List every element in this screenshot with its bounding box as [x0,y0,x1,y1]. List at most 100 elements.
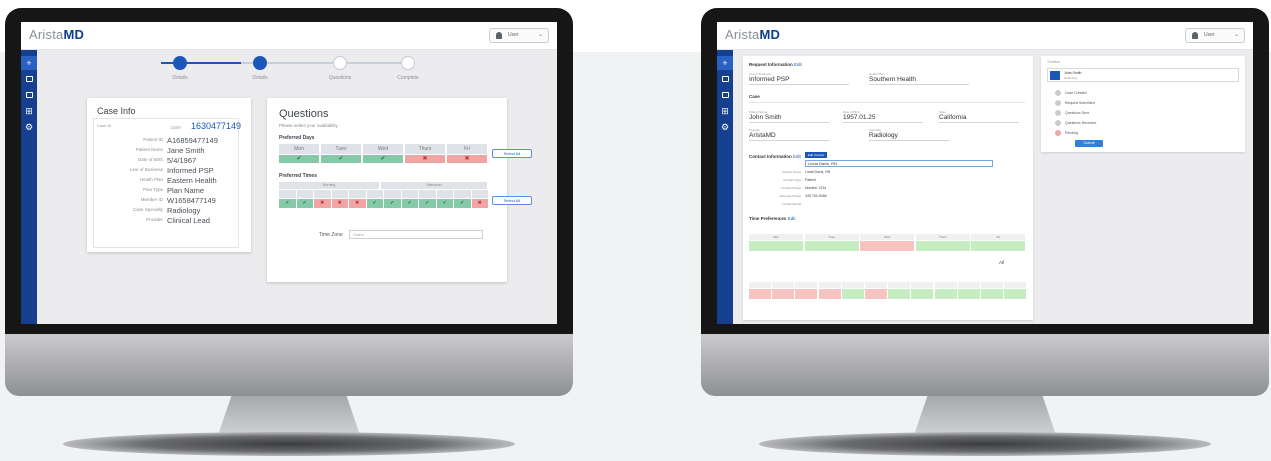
progress-stepper: Details Details Questions Complete [151,54,419,84]
pref-day-cell[interactable] [915,241,970,251]
pref-time-cell[interactable] [981,289,1003,299]
pref-day-header: Tues [804,234,859,240]
pref-time-header [1004,282,1027,288]
current-case-row[interactable]: John Smith Radiology [1047,68,1239,82]
all-label: All [999,260,1005,265]
pref-day-cell[interactable] [804,241,859,251]
time-zone-select[interactable]: Select [349,230,483,239]
time-slot-cell[interactable]: ✔ [419,199,436,208]
monitor-base [63,432,515,456]
time-slot-cell[interactable]: ✔ [436,199,453,208]
time-slot-cell[interactable]: ✔ [279,199,296,208]
contact-field-label: Contact Type [783,178,801,182]
time-slot-header [366,190,383,198]
sidebar-item-reports[interactable]: ⊞ [21,104,37,118]
step-4-dot[interactable] [401,56,415,70]
current-case-name: John Smith [1064,71,1082,75]
day-cell-mon[interactable]: ✔ [279,155,319,163]
select-all-times-button[interactable]: Select All [492,196,532,205]
lob-value: Informed PSP [749,76,849,85]
sidebar-item-new[interactable]: + [21,56,37,70]
day-cell-thurs[interactable]: ✖ [405,155,445,163]
time-slot-cell[interactable]: ✔ [296,199,313,208]
case-info-row: Provider Clinical Lead [87,216,243,225]
time-slot-cell[interactable]: ✔ [454,199,471,208]
user-menu-button[interactable]: User ⌄ [489,28,549,43]
time-slot-cell[interactable]: ✖ [331,199,348,208]
chart-icon: ⊞ [25,106,33,116]
time-slot-cell[interactable]: ✔ [384,199,401,208]
pref-time-cell[interactable] [957,289,980,299]
pref-day-cell[interactable] [860,241,915,251]
time-slot-header [296,190,313,198]
case-info-value: W1658477149 [167,196,216,205]
pref-day-header: Wed [860,234,915,240]
day-header: Thurs [405,144,445,154]
time-slot-cell[interactable]: ✖ [471,199,488,208]
case-info-row: Date of Birth 5/4/1967 [87,156,243,165]
day-cell-fri[interactable]: ✖ [447,155,487,163]
pref-time-header [957,282,980,288]
time-slot-cell[interactable]: ✖ [349,199,366,208]
questions-subtitle: Please select your availability [279,123,338,128]
pref-time-cell[interactable] [911,289,934,299]
edit-link[interactable]: Edit [793,154,801,159]
pref-day-cell[interactable] [971,241,1026,251]
pref-time-cell[interactable] [818,289,841,299]
sidebar-item-new[interactable]: + [717,56,733,70]
sidebar-item-cases[interactable] [21,88,37,102]
edit-link[interactable]: Edit [794,62,802,67]
timeline-item-label: Pending [1065,131,1078,135]
time-slot-header [279,190,296,198]
contact-field-value: Patient [805,178,816,182]
pref-time-cell[interactable] [888,289,911,299]
time-zone-placeholder: Select [353,232,365,237]
contact-name-input[interactable]: Linda Davis, RN [805,160,993,167]
step-1-dot[interactable] [173,56,187,70]
monitor-base [759,432,1211,456]
day-cell-tues[interactable]: ✔ [321,155,361,163]
chevron-down-icon: ⌄ [1233,32,1239,38]
app-logo[interactable]: AristaMD [29,27,84,42]
contact-field-label: Contact Email [782,202,801,206]
step-2-dot[interactable] [253,56,267,70]
edit-contact-tag[interactable]: Edit Contact [805,152,827,158]
submit-button[interactable]: Submit [1075,140,1103,147]
edit-link[interactable]: Edit [788,216,796,221]
left-monitor: AristaMD User ⌄ + ⊞ ⚙ Details Details Qu… [5,8,573,459]
folder-icon [722,92,729,98]
pref-time-cell[interactable] [865,289,887,299]
pref-time-cell[interactable] [841,289,864,299]
case-info-row: Patient ID A16859477149 [87,136,243,145]
gear-icon: ⚙ [720,122,730,132]
case-info-key: Provider [146,217,163,222]
select-all-days-button[interactable]: Select All [492,149,532,158]
pref-time-cell[interactable] [795,289,818,299]
pref-time-cell[interactable] [1004,289,1027,299]
pref-time-cell[interactable] [749,289,771,299]
time-zone-label: Time Zone [319,232,343,238]
sidebar-item-cases[interactable] [717,88,733,102]
time-slot-cell[interactable]: ✔ [366,199,383,208]
sidebar-item-settings[interactable]: ⚙ [717,120,733,134]
sidebar-item-inbox[interactable] [21,72,37,86]
timeline-dot [1055,110,1061,116]
sidebar-item-settings[interactable]: ⚙ [21,120,37,134]
case-info-value: 5/4/1967 [167,156,197,165]
step-3-dot[interactable] [333,56,347,70]
time-slot-cell[interactable]: ✔ [401,199,418,208]
pref-time-cell[interactable] [934,289,957,299]
sidebar-item-reports[interactable]: ⊞ [717,104,733,118]
app-logo[interactable]: AristaMD [725,27,780,42]
morning-group-header: Morning [279,182,379,189]
pref-time-cell[interactable] [772,289,795,299]
time-slot-cell[interactable]: ✖ [314,199,331,208]
timeline-item-label: Request Submitted [1065,101,1095,105]
left-screen: AristaMD User ⌄ + ⊞ ⚙ Details Details Qu… [21,22,557,324]
user-menu-button[interactable]: User ⌄ [1185,28,1245,43]
day-cell-wed[interactable]: ✔ [363,155,403,163]
sidebar-item-inbox[interactable] [717,72,733,86]
pref-day-cell[interactable] [749,241,803,251]
case-id-value: 1630477149 [190,121,241,131]
case-info-row: Member ID W1658477149 [87,196,243,205]
